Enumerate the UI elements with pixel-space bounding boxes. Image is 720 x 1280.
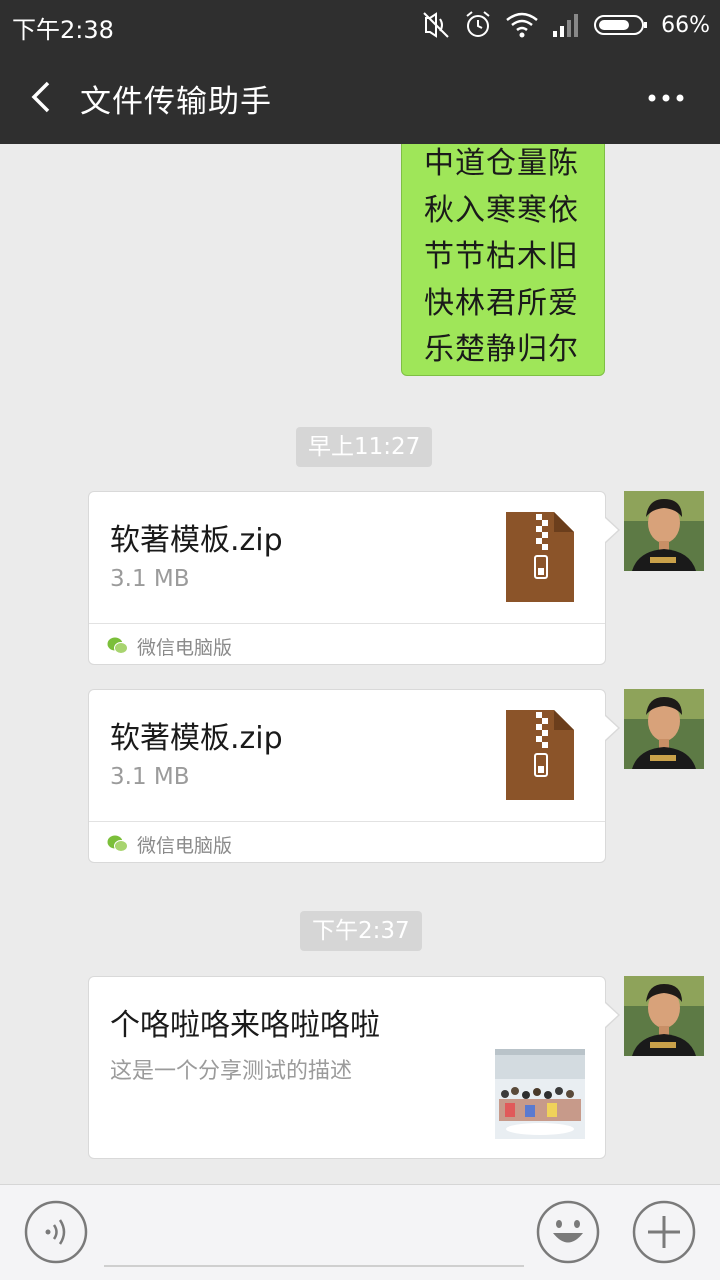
poem-line: 乐楚静归尔	[424, 332, 579, 367]
emoji-icon[interactable]	[536, 1200, 600, 1264]
avatar[interactable]	[624, 976, 704, 1056]
status-bar: 下午2:38 66%	[0, 0, 720, 50]
poem-text: 中道仓量陈 秋入寒寒依 节节枯木旧 快林君所爱 乐楚静归尔	[424, 144, 594, 374]
source-label: 微信电脑版	[137, 834, 233, 857]
source-label: 微信电脑版	[137, 636, 233, 659]
input-bar	[0, 1184, 720, 1280]
wechat-logo-icon	[107, 835, 128, 852]
status-time: 下午2:38	[12, 16, 114, 44]
poem-line: 快林君所爱	[424, 285, 579, 321]
battery-percentage: 66%	[661, 12, 710, 38]
chevron-left-icon[interactable]	[22, 77, 62, 117]
plus-icon[interactable]	[632, 1200, 696, 1264]
signal-icon	[553, 14, 579, 37]
card-divider	[89, 623, 605, 624]
share-title: 个咯啦咯来咯啦咯啦	[110, 1008, 380, 1043]
card-source: 微信电脑版	[107, 632, 232, 660]
battery-icon	[594, 15, 648, 35]
poem-line: 秋入寒寒依	[424, 192, 579, 228]
wechat-logo-icon	[107, 637, 128, 654]
message-input[interactable]	[104, 1203, 524, 1267]
chat-header: 文件传输助手	[0, 50, 720, 144]
text-message-bubble[interactable]: 中道仓量陈 秋入寒寒依 节节枯木旧 快林君所爱 乐楚静归尔	[401, 144, 605, 376]
file-message-card[interactable]: 软著模板.zip 3.1 MB 微信电脑版	[88, 689, 620, 863]
more-dots-icon[interactable]	[646, 88, 686, 108]
user-avatar-image	[624, 491, 704, 571]
group-photo-image	[495, 1049, 585, 1139]
card-source: 微信电脑版	[107, 830, 232, 858]
avatar[interactable]	[624, 689, 704, 769]
file-name: 软著模板.zip	[110, 523, 283, 558]
zip-file-icon	[506, 512, 574, 602]
chat-title: 文件传输助手	[80, 84, 272, 120]
card-divider	[89, 821, 605, 822]
file-message-card[interactable]: 软著模板.zip 3.1 MB 微信电脑版	[88, 491, 620, 665]
alarm-icon	[466, 11, 490, 37]
file-name: 软著模板.zip	[110, 721, 283, 756]
zip-file-icon	[506, 710, 574, 800]
timestamp-divider: 下午2:37	[300, 911, 422, 951]
mute-vibrate-icon	[423, 12, 449, 38]
share-link-card[interactable]: 个咯啦咯来咯啦咯啦 这是一个分享测试的描述	[88, 976, 620, 1159]
chat-area[interactable]: 中道仓量陈 秋入寒寒依 节节枯木旧 快林君所爱 乐楚静归尔 早上11:27 软著…	[0, 144, 720, 1184]
share-thumbnail	[495, 1049, 585, 1139]
file-size: 3.1 MB	[110, 764, 190, 790]
voice-icon[interactable]	[24, 1200, 88, 1264]
timestamp-divider: 早上11:27	[296, 427, 433, 467]
file-size: 3.1 MB	[110, 566, 190, 592]
user-avatar-image	[624, 976, 704, 1056]
poem-line: 节节枯木旧	[424, 239, 579, 274]
avatar[interactable]	[624, 491, 704, 571]
wifi-icon	[506, 12, 538, 38]
user-avatar-image	[624, 689, 704, 769]
share-description: 这是一个分享测试的描述	[110, 1059, 353, 1084]
poem-line: 中道仓量陈	[424, 146, 579, 181]
status-icons: 66%	[421, 8, 710, 42]
